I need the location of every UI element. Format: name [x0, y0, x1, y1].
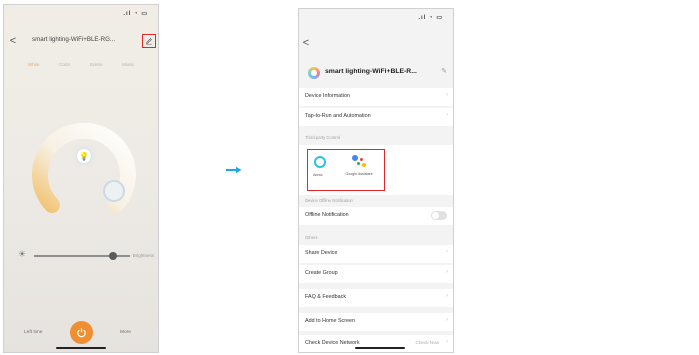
bottom-bar: Left time More	[4, 321, 158, 344]
slider-thumb[interactable]	[108, 252, 117, 260]
tab-white[interactable]: White	[28, 62, 40, 72]
power-icon	[77, 328, 86, 338]
tab-scene[interactable]: Scene	[90, 62, 103, 72]
third-party-highlight: Alexa Google Assistant	[307, 149, 385, 191]
row-label: Offline Notification	[305, 212, 349, 218]
google-assistant-icon[interactable]	[352, 154, 368, 170]
back-icon[interactable]: <	[8, 33, 18, 49]
status-bar: .ıl ◔ ▭	[4, 5, 158, 23]
alexa-label[interactable]: Alexa	[313, 173, 323, 177]
row-tap-to-run[interactable]: Tap-to-Run and Automation ›	[299, 108, 453, 126]
device-icon	[308, 67, 320, 79]
home-indicator	[355, 347, 405, 349]
back-icon[interactable]: <	[301, 35, 311, 51]
row-label: Share Device	[305, 250, 338, 256]
chevron-right-icon: ›	[446, 249, 448, 255]
section-offline: Device Offline Notification	[305, 198, 353, 203]
row-label: FAQ & Feedback	[305, 294, 347, 300]
check-now-value: Check Now	[415, 340, 440, 345]
chevron-right-icon: ›	[446, 112, 448, 118]
home-indicator	[56, 347, 106, 349]
status-bar: .ıl ◔ ▭	[299, 9, 453, 27]
tab-color[interactable]: Color	[59, 62, 70, 72]
bulb-icon: 💡	[77, 149, 91, 163]
color-temperature-wheel[interactable]	[28, 109, 140, 221]
arrow-right-icon	[226, 166, 242, 174]
row-device-information[interactable]: Device Information ›	[299, 88, 453, 106]
row-label: Device Information	[305, 93, 350, 99]
signal-wifi-battery-icon: .ıl ◔ ▭	[123, 11, 148, 17]
more-button[interactable]: More	[120, 330, 131, 335]
google-assistant-label[interactable]: Google Assistant	[344, 172, 374, 176]
light-control-screen: .ıl ◔ ▭ < smart lighting-WiFi+BLE-RG... …	[3, 4, 159, 353]
row-faq-feedback[interactable]: FAQ & Feedback ›	[299, 289, 453, 307]
row-label: Create Group	[305, 270, 338, 276]
chevron-right-icon: ›	[446, 339, 448, 345]
offline-toggle[interactable]	[431, 211, 447, 220]
edit-icon[interactable]	[142, 34, 156, 48]
row-label: Check Device Network	[305, 340, 360, 346]
row-label: Add to Home Screen	[305, 318, 356, 324]
device-header: < smart lighting-WiFi+BLE-RG...	[4, 33, 158, 51]
chevron-right-icon: ›	[446, 92, 448, 98]
brightness-label: Brightness	[132, 253, 154, 258]
power-button[interactable]	[70, 321, 93, 344]
chevron-right-icon: ›	[446, 269, 448, 275]
tab-music[interactable]: Music	[122, 62, 134, 72]
mode-tabs: White Color Scene Music	[4, 62, 158, 72]
row-share-device[interactable]: Share Device ›	[299, 245, 453, 263]
signal-wifi-battery-icon: .ıl ◔ ▭	[418, 15, 443, 21]
device-title: smart lighting-WiFi+BLE-RG...	[32, 36, 116, 43]
temperature-handle[interactable]	[103, 180, 125, 202]
alexa-icon[interactable]	[314, 156, 326, 168]
row-label: Tap-to-Run and Automation	[305, 113, 371, 119]
slider-track[interactable]	[34, 252, 130, 260]
brightness-slider[interactable]: ☀ Brightness	[10, 249, 156, 261]
row-create-group[interactable]: Create Group ›	[299, 265, 453, 283]
third-party-panel: Alexa Google Assistant	[299, 145, 453, 195]
device-title-row[interactable]: smart lighting-WiFi+BLE-R... ✎	[299, 62, 453, 84]
device-title: smart lighting-WiFi+BLE-R...	[325, 68, 417, 75]
device-settings-screen: .ıl ◔ ▭ < smart lighting-WiFi+BLE-R... ✎…	[298, 8, 454, 353]
row-check-network[interactable]: Check Device Network Check Now ›	[299, 335, 453, 352]
left-time-button[interactable]: Left time	[24, 330, 42, 335]
row-offline-notification: Offline Notification	[299, 207, 453, 225]
edit-icon[interactable]: ✎	[441, 67, 447, 75]
chevron-right-icon: ›	[446, 293, 448, 299]
chevron-right-icon: ›	[446, 317, 448, 323]
section-others: Others	[305, 235, 318, 240]
row-add-home-screen[interactable]: Add to Home Screen ›	[299, 313, 453, 331]
sun-icon: ☀	[18, 249, 27, 259]
section-third-party: Third-party Control	[305, 135, 340, 140]
